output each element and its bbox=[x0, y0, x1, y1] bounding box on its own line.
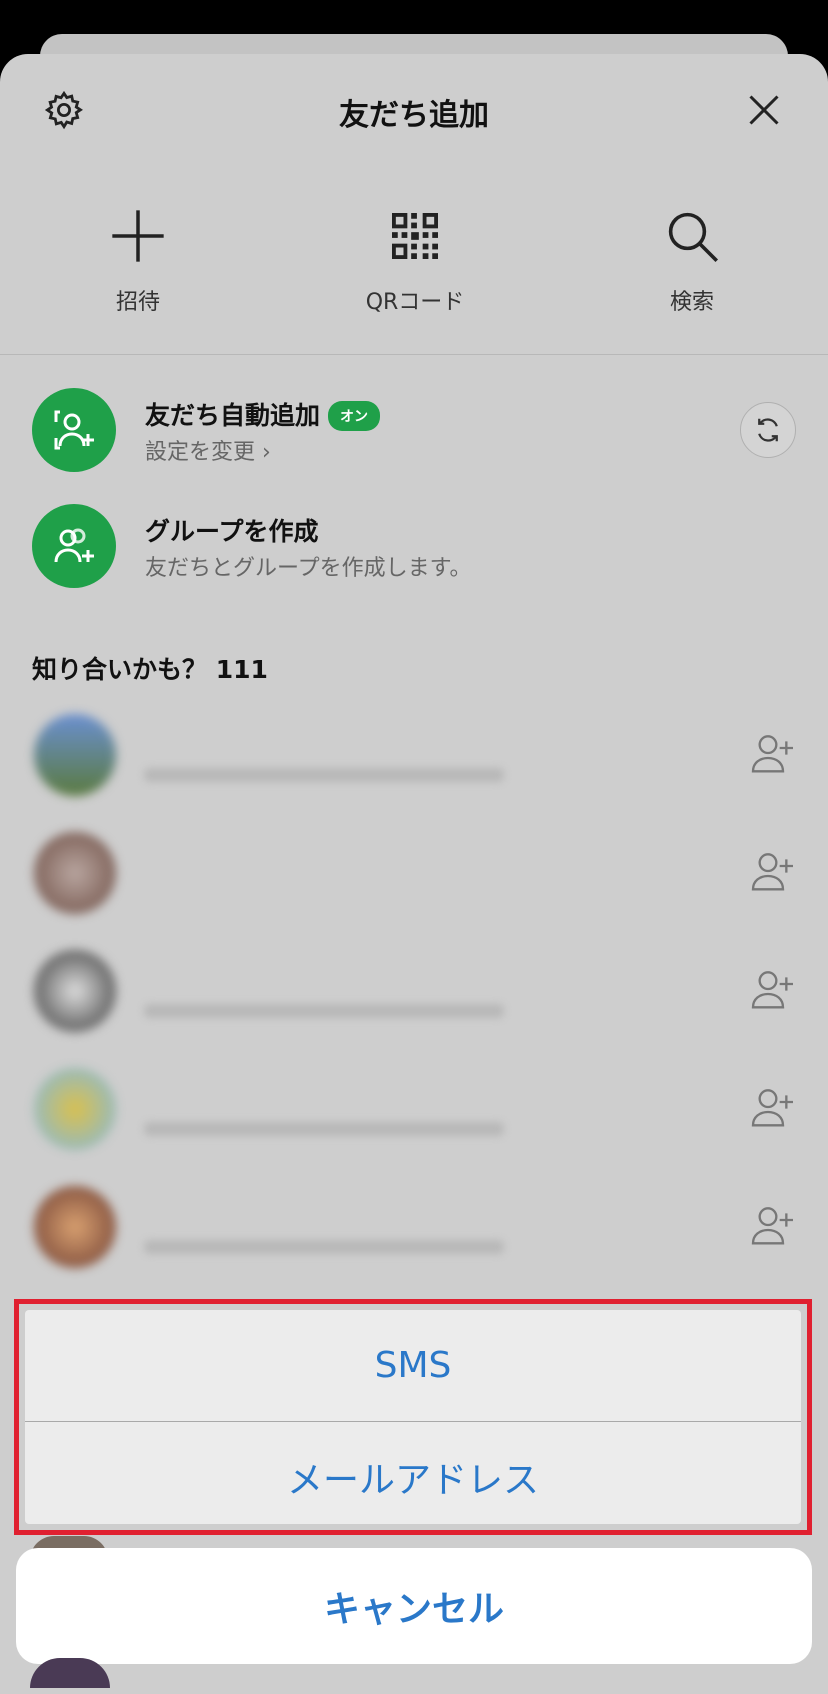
add-friend-icon bbox=[751, 971, 793, 1009]
list-item[interactable] bbox=[0, 1060, 828, 1178]
blurred-text bbox=[144, 1004, 504, 1018]
search-button[interactable]: 検索 bbox=[592, 204, 792, 316]
add-friend-button[interactable] bbox=[748, 728, 798, 778]
add-friend-button[interactable] bbox=[748, 1200, 798, 1250]
search-label: 検索 bbox=[669, 290, 714, 315]
add-friend-button[interactable] bbox=[748, 846, 798, 896]
invite-method-options: SMS メールアドレス bbox=[14, 1299, 812, 1535]
sms-option[interactable]: SMS bbox=[25, 1310, 801, 1420]
close-button[interactable] bbox=[740, 86, 788, 134]
suggestion-list bbox=[0, 704, 828, 1334]
auto-add-title: 友だち自動追加 オン bbox=[145, 396, 381, 432]
list-item[interactable] bbox=[0, 824, 828, 942]
qr-code-button[interactable]: QRコード bbox=[315, 204, 515, 316]
divider bbox=[0, 354, 828, 355]
plus-icon bbox=[106, 204, 170, 268]
create-group-row[interactable]: グループを作成 友だちとグループを作成します。 bbox=[0, 504, 828, 604]
add-friend-icon bbox=[751, 735, 793, 773]
list-item[interactable] bbox=[0, 706, 828, 824]
change-settings-link[interactable]: 設定を変更 › bbox=[145, 434, 271, 466]
auto-add-icon bbox=[32, 388, 116, 472]
avatar bbox=[34, 1068, 116, 1150]
invite-label: 招待 bbox=[115, 290, 160, 315]
create-group-subtitle: 友だちとグループを作成します。 bbox=[145, 556, 472, 581]
email-option[interactable]: メールアドレス bbox=[25, 1422, 801, 1532]
blurred-text bbox=[144, 768, 504, 782]
create-group-title: グループを作成 bbox=[145, 517, 319, 546]
search-icon bbox=[660, 204, 724, 268]
qr-code-label: QRコード bbox=[365, 290, 465, 315]
list-item[interactable] bbox=[0, 942, 828, 1060]
status-badge: オン bbox=[328, 401, 381, 431]
add-friend-button[interactable] bbox=[748, 964, 798, 1014]
list-item[interactable] bbox=[0, 1178, 828, 1296]
avatar bbox=[34, 832, 116, 914]
auto-add-friends-row[interactable]: 友だち自動追加 オン 設定を変更 › bbox=[0, 388, 828, 488]
page-title: 友だち追加 bbox=[339, 98, 489, 133]
refresh-button[interactable] bbox=[740, 402, 796, 458]
avatar bbox=[34, 1186, 116, 1268]
close-icon bbox=[749, 95, 779, 125]
avatar bbox=[34, 714, 116, 796]
options-panel: SMS メールアドレス bbox=[25, 1310, 801, 1524]
add-friend-icon bbox=[751, 1089, 793, 1127]
add-friend-icon bbox=[751, 853, 793, 891]
invite-button[interactable]: 招待 bbox=[38, 204, 238, 316]
qr-code-icon bbox=[383, 204, 447, 268]
cancel-button[interactable]: キャンセル bbox=[16, 1548, 812, 1664]
refresh-icon bbox=[758, 418, 778, 442]
add-friend-button[interactable] bbox=[748, 1082, 798, 1132]
suggestions-header: 知り合いかも？ 111 bbox=[32, 655, 268, 684]
create-group-icon bbox=[32, 504, 116, 588]
add-friend-icon bbox=[751, 1207, 793, 1245]
blurred-text bbox=[144, 1122, 504, 1136]
blurred-text bbox=[144, 1240, 504, 1254]
avatar bbox=[34, 950, 116, 1032]
quick-actions: 招待 QRコード 検索 bbox=[0, 204, 828, 364]
